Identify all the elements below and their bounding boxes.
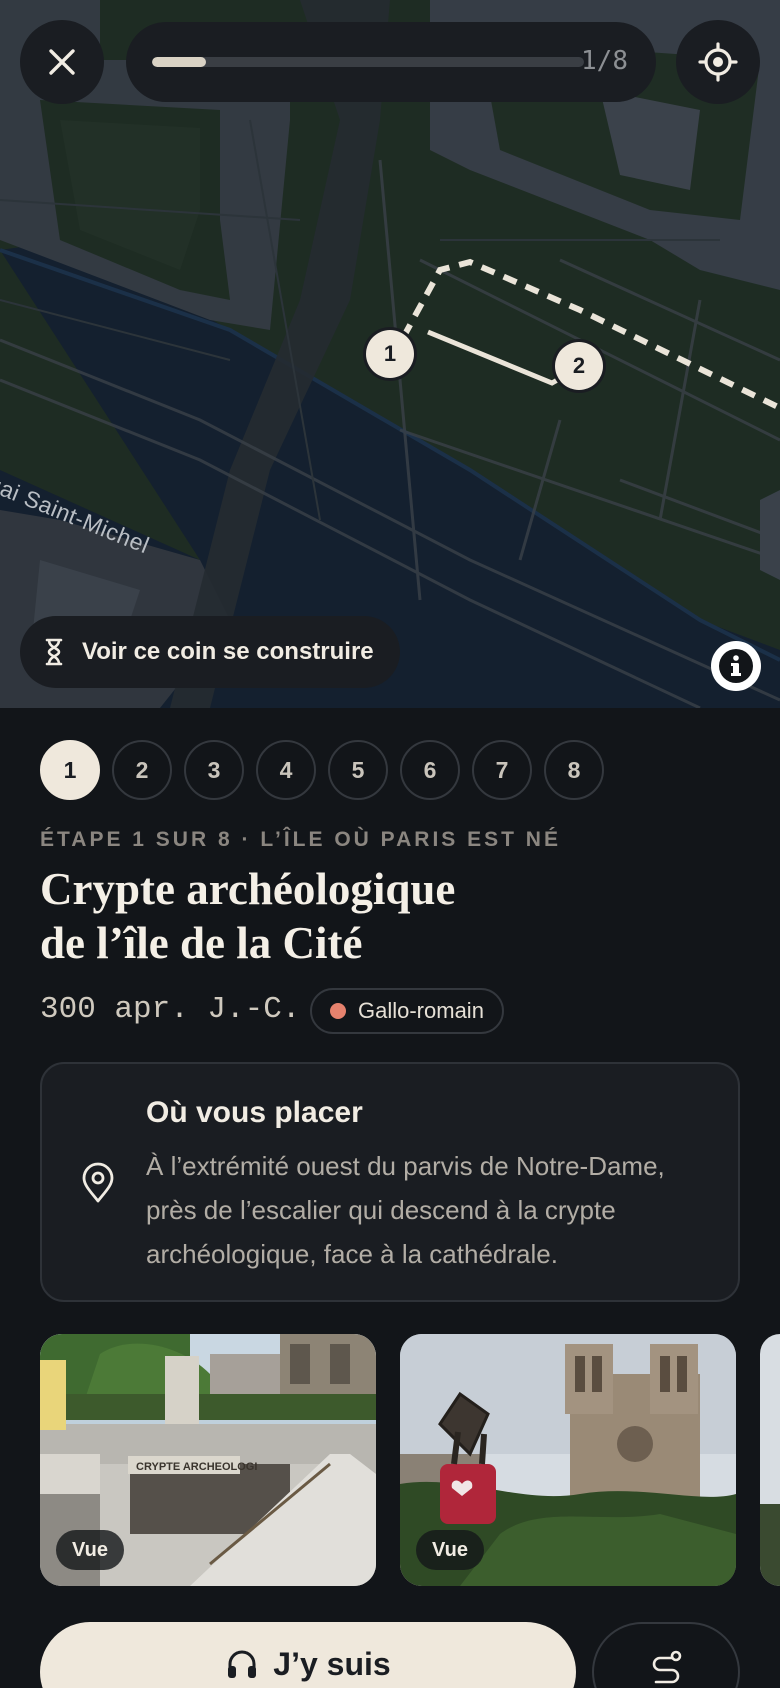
svg-text:CRYPTE ARCHEOLOGI: CRYPTE ARCHEOLOGI bbox=[136, 1461, 257, 1473]
next-photo-peek bbox=[760, 1334, 780, 1586]
route-button[interactable] bbox=[592, 1622, 740, 1688]
close-icon bbox=[49, 49, 75, 75]
progress-fill bbox=[152, 57, 206, 67]
info-icon bbox=[719, 649, 753, 683]
step-1-button[interactable]: 1 bbox=[40, 740, 100, 800]
step-2-button[interactable]: 2 bbox=[112, 740, 172, 800]
photo-card-notre-dame[interactable]: Vue bbox=[400, 1334, 736, 1586]
where-to-stand-heading: Où vous placer bbox=[146, 1096, 363, 1129]
step-7-button[interactable]: 7 bbox=[472, 740, 532, 800]
photo-badge: Vue bbox=[56, 1530, 124, 1570]
stop-title: Crypte archéologique de l’île de la Cité bbox=[40, 862, 640, 970]
tour-progress: 1/8 bbox=[126, 22, 656, 102]
photo-carousel[interactable]: CRYPTE ARCHEOLOGI Vue Vue bbox=[40, 1334, 780, 1586]
stop-title-line-1: Crypte archéologique bbox=[40, 864, 456, 914]
headphones-icon bbox=[228, 1650, 257, 1678]
era-label: Gallo-romain bbox=[358, 998, 484, 1023]
step-3-button[interactable]: 3 bbox=[184, 740, 244, 800]
watch-build-label: Voir ce coin se construire bbox=[82, 638, 374, 665]
era-dot bbox=[330, 1003, 346, 1019]
step-5-button[interactable]: 5 bbox=[328, 740, 388, 800]
step-8-button[interactable]: 8 bbox=[544, 740, 604, 800]
where-to-stand-card: Où vous placer À l’extrémité ouest du pa… bbox=[40, 1062, 740, 1302]
step-6-button[interactable]: 6 bbox=[400, 740, 460, 800]
step-eyebrow: ÉTAPE 1 SUR 8 · L’ÎLE OÙ PARIS EST NÉ bbox=[40, 828, 561, 851]
era-badge: Gallo-romain bbox=[310, 988, 504, 1034]
close-button[interactable] bbox=[20, 20, 104, 104]
photo-badge: Vue bbox=[416, 1530, 484, 1570]
map-pin-icon bbox=[82, 1162, 114, 1203]
hourglass-icon bbox=[45, 638, 63, 666]
locate-me-button[interactable] bbox=[676, 20, 760, 104]
watch-build-button[interactable]: Voir ce coin se construire bbox=[20, 616, 400, 688]
map-view[interactable]: uai Saint-Michel 1 2 1/8 Voir ce coin se… bbox=[0, 0, 780, 708]
stop-title-line-2: de l’île de la Cité bbox=[40, 918, 363, 968]
crosshair-icon bbox=[698, 42, 738, 82]
route-icon bbox=[652, 1650, 682, 1684]
photo-card-crypt[interactable]: CRYPTE ARCHEOLOGI Vue bbox=[40, 1334, 376, 1586]
map-info-button[interactable] bbox=[711, 641, 761, 691]
step-4-button[interactable]: 4 bbox=[256, 740, 316, 800]
im-here-label: J’y suis bbox=[273, 1646, 391, 1682]
photo-card-next[interactable] bbox=[760, 1334, 780, 1586]
progress-count: 1/8 bbox=[581, 46, 628, 76]
map-marker-step-2[interactable]: 2 bbox=[555, 342, 603, 390]
map-marker-step-1[interactable]: 1 bbox=[366, 330, 414, 378]
step-selector: 12345678 bbox=[40, 740, 604, 800]
stop-date: 300 apr. J.-C. bbox=[40, 992, 301, 1027]
where-to-stand-text: À l’extrémité ouest du parvis de Notre-D… bbox=[146, 1151, 665, 1269]
im-here-button[interactable]: J’y suis bbox=[40, 1622, 576, 1688]
progress-track bbox=[152, 57, 584, 67]
